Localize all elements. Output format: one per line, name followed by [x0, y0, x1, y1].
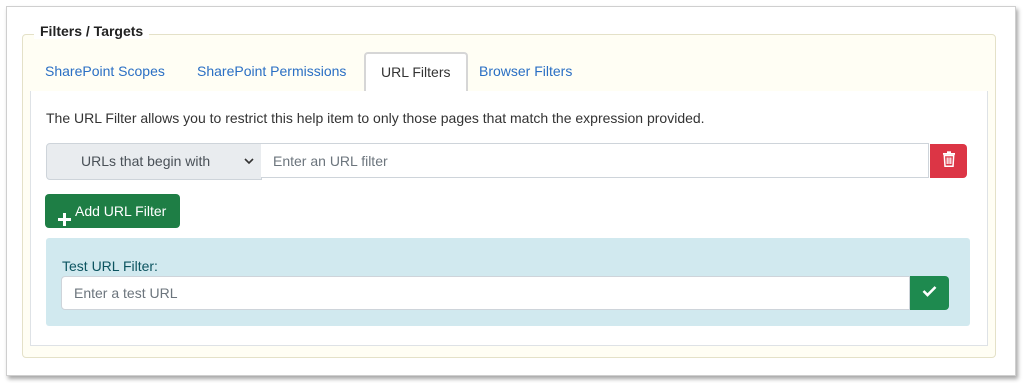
chevron-down-icon: [243, 144, 255, 179]
add-url-filter-label: Add URL Filter: [75, 203, 167, 219]
url-filter-input[interactable]: [261, 143, 929, 178]
add-url-filter-button[interactable]: Add URL Filter: [45, 194, 180, 228]
tab-browser-filters[interactable]: Browser Filters: [464, 53, 587, 89]
tab-sharepoint-permissions[interactable]: SharePoint Permissions: [182, 53, 361, 89]
url-filter-description: The URL Filter allows you to restrict th…: [46, 110, 705, 126]
plus-icon: [58, 204, 71, 238]
check-icon: [922, 284, 937, 302]
tab-sharepoint-scopes[interactable]: SharePoint Scopes: [30, 53, 180, 89]
test-url-input[interactable]: [61, 276, 910, 310]
test-url-button[interactable]: [910, 276, 949, 310]
match-type-select[interactable]: URLs that begin with: [46, 143, 262, 180]
test-url-filter-label: Test URL Filter:: [62, 258, 158, 274]
delete-filter-button[interactable]: [930, 144, 967, 178]
fieldset-legend: Filters / Targets: [34, 23, 150, 39]
tab-url-filters[interactable]: URL Filters: [364, 52, 468, 91]
match-type-value: URLs that begin with: [81, 153, 211, 169]
tab-bar: SharePoint Scopes SharePoint Permissions…: [30, 52, 986, 92]
trash-icon: [942, 150, 956, 172]
